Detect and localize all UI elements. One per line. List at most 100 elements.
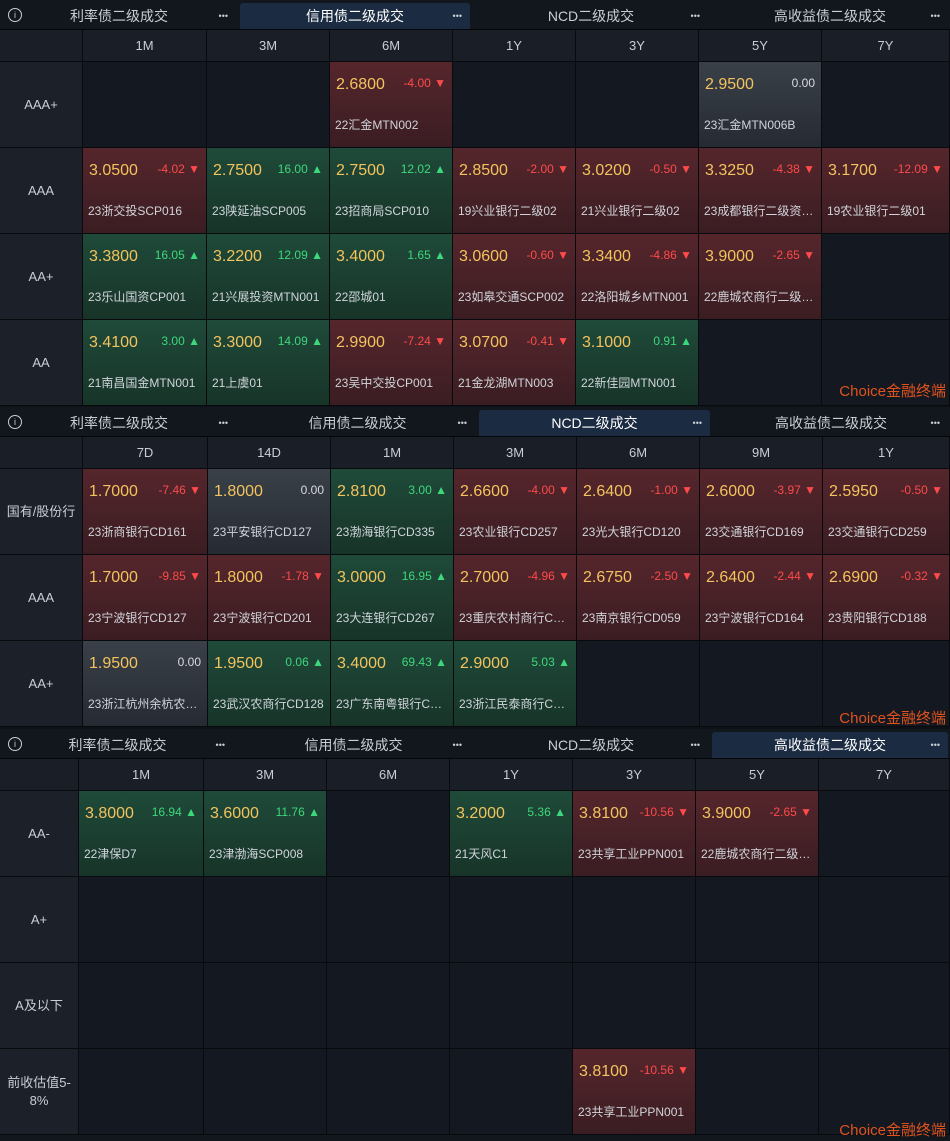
tab-3[interactable]: NCD二级成交 ••• [474, 732, 708, 758]
column-header-5y[interactable]: 5Y [699, 30, 822, 62]
trade-cell[interactable]: 2.9900 -7.24 ▼ 23吴中交投CP001 [330, 320, 453, 406]
column-header-6m[interactable]: 6M [330, 30, 453, 62]
more-icon[interactable]: ••• [216, 740, 225, 750]
trade-cell[interactable]: 3.1000 0.91 ▲ 22新佳园MTN001 [576, 320, 699, 406]
bond-name[interactable]: 22邵城01 [335, 288, 448, 305]
bond-name[interactable]: 23农业银行CD257 [459, 523, 572, 540]
bond-name[interactable]: 19农业银行二级01 [827, 202, 945, 219]
bond-name[interactable]: 23宁波银行CD127 [88, 609, 203, 626]
bond-name[interactable]: 22鹿城农商行二级资本债 [704, 288, 817, 305]
bond-name[interactable]: 22鹿城农商行二级资本债 [701, 845, 814, 862]
column-header-7d[interactable]: 7D [83, 437, 208, 469]
trade-cell[interactable]: 1.9500 0.06 ▲ 23武汉农商行CD128 [208, 641, 331, 727]
column-header-1m[interactable]: 1M [79, 759, 204, 791]
more-icon[interactable]: ••• [219, 11, 228, 21]
bond-name[interactable]: 21南昌国金MTN001 [88, 374, 202, 391]
trade-cell[interactable]: 1.7000 -9.85 ▼ 23宁波银行CD127 [83, 555, 208, 641]
bond-name[interactable]: 23平安银行CD127 [213, 523, 326, 540]
trade-cell[interactable]: 2.7000 -4.96 ▼ 23重庆农村商行CD123 [454, 555, 577, 641]
tab-1[interactable]: 利率债二级成交 ••• [2, 3, 236, 29]
trade-cell[interactable]: 3.9000 -2.65 ▼ 22鹿城农商行二级资本债 [696, 791, 819, 877]
bond-name[interactable]: 23大连银行CD267 [336, 609, 449, 626]
column-header-3m[interactable]: 3M [204, 759, 327, 791]
tab-4[interactable]: 高收益债二级成交 ••• [712, 732, 948, 758]
trade-cell[interactable]: 1.7000 -7.46 ▼ 23浙商银行CD161 [83, 469, 208, 555]
trade-cell[interactable]: 3.4100 3.00 ▲ 21南昌国金MTN001 [83, 320, 207, 406]
tab-4[interactable]: 高收益债二级成交 ••• [712, 3, 948, 29]
more-icon[interactable]: ••• [931, 418, 940, 428]
trade-cell[interactable]: 2.5950 -0.50 ▼ 23交通银行CD259 [823, 469, 950, 555]
bond-name[interactable]: 23宁波银行CD201 [213, 609, 326, 626]
trade-cell[interactable]: 3.3400 -4.86 ▼ 22洛阳城乡MTN001 [576, 234, 699, 320]
bond-name[interactable]: 23渤海银行CD335 [336, 523, 449, 540]
trade-cell[interactable]: 3.4000 69.43 ▲ 23广东南粤银行CD056 [331, 641, 454, 727]
trade-cell[interactable]: 3.1700 -12.09 ▼ 19农业银行二级01 [822, 148, 950, 234]
bond-name[interactable]: 23浙江杭州余杭农商行CD [88, 695, 203, 712]
trade-cell[interactable]: 3.0500 -4.02 ▼ 23浙交投SCP016 [83, 148, 207, 234]
bond-name[interactable]: 23广东南粤银行CD056 [336, 695, 449, 712]
more-icon[interactable]: ••• [931, 11, 940, 21]
bond-name[interactable]: 19兴业银行二级02 [458, 202, 571, 219]
column-header-7y[interactable]: 7Y [819, 759, 950, 791]
column-header-3y[interactable]: 3Y [576, 30, 699, 62]
bond-name[interactable]: 23光大银行CD120 [582, 523, 695, 540]
trade-cell[interactable]: 1.8000 0.00 23平安银行CD127 [208, 469, 331, 555]
more-icon[interactable]: ••• [691, 11, 700, 21]
trade-cell[interactable]: 3.9000 -2.65 ▼ 22鹿城农商行二级资本债 [699, 234, 822, 320]
trade-cell[interactable]: 2.6000 -3.97 ▼ 23交通银行CD169 [700, 469, 823, 555]
bond-name[interactable]: 23贵阳银行CD188 [828, 609, 945, 626]
trade-cell[interactable]: 3.0600 -0.60 ▼ 23如皋交通SCP002 [453, 234, 576, 320]
trade-cell[interactable]: 3.8000 16.94 ▲ 22津保D7 [79, 791, 204, 877]
info-icon[interactable]: i [8, 8, 22, 22]
bond-name[interactable]: 23南京银行CD059 [582, 609, 695, 626]
more-icon[interactable]: ••• [931, 740, 940, 750]
trade-cell[interactable]: 2.6800 -4.00 ▼ 22汇金MTN002 [330, 62, 453, 148]
bond-name[interactable]: 23交通银行CD259 [828, 523, 945, 540]
bond-name[interactable]: 23乐山国资CP001 [88, 288, 202, 305]
tab-1[interactable]: 利率债二级成交 ••• [2, 410, 236, 436]
bond-name[interactable]: 23汇金MTN006B [704, 116, 817, 133]
column-header-3m[interactable]: 3M [207, 30, 330, 62]
more-icon[interactable]: ••• [458, 418, 467, 428]
trade-cell[interactable]: 2.6400 -1.00 ▼ 23光大银行CD120 [577, 469, 700, 555]
trade-cell[interactable]: 2.8500 -2.00 ▼ 19兴业银行二级02 [453, 148, 576, 234]
bond-name[interactable]: 23宁波银行CD164 [705, 609, 818, 626]
bond-name[interactable]: 22新佳园MTN001 [581, 374, 694, 391]
column-header-14d[interactable]: 14D [208, 437, 331, 469]
trade-cell[interactable]: 3.6000 11.76 ▲ 23津渤海SCP008 [204, 791, 327, 877]
bond-name[interactable]: 21兴业银行二级02 [581, 202, 694, 219]
bond-name[interactable]: 23津渤海SCP008 [209, 845, 322, 862]
tab-2[interactable]: 信用债二级成交 ••• [240, 410, 475, 436]
column-header-6m[interactable]: 6M [577, 437, 700, 469]
trade-cell[interactable]: 3.4000 1.65 ▲ 22邵城01 [330, 234, 453, 320]
bond-name[interactable]: 23重庆农村商行CD123 [459, 609, 572, 626]
trade-cell[interactable]: 2.7500 16.00 ▲ 23陕延油SCP005 [207, 148, 330, 234]
tab-2[interactable]: 信用债二级成交 ••• [240, 3, 470, 29]
column-header-1m[interactable]: 1M [331, 437, 454, 469]
bond-name[interactable]: 21金龙湖MTN003 [458, 374, 571, 391]
bond-name[interactable]: 23交通银行CD169 [705, 523, 818, 540]
bond-name[interactable]: 23共享工业PPN001 [578, 845, 691, 862]
tab-2[interactable]: 信用债二级成交 ••• [237, 732, 470, 758]
bond-name[interactable]: 21天风C1 [455, 845, 568, 862]
more-icon[interactable]: ••• [453, 740, 462, 750]
column-header-3m[interactable]: 3M [454, 437, 577, 469]
bond-name[interactable]: 23招商局SCP010 [335, 202, 448, 219]
column-header-9m[interactable]: 9M [700, 437, 823, 469]
trade-cell[interactable]: 2.9500 0.00 23汇金MTN006B [699, 62, 822, 148]
column-header-7y[interactable]: 7Y [822, 30, 950, 62]
trade-cell[interactable]: 2.6400 -2.44 ▼ 23宁波银行CD164 [700, 555, 823, 641]
trade-cell[interactable]: 3.8100 -10.56 ▼ 23共享工业PPN001 [573, 791, 696, 877]
bond-name[interactable]: 22洛阳城乡MTN001 [581, 288, 694, 305]
column-header-1y[interactable]: 1Y [823, 437, 950, 469]
bond-name[interactable]: 23吴中交投CP001 [335, 374, 448, 391]
trade-cell[interactable]: 2.9000 5.03 ▲ 23浙江民泰商行CD181 [454, 641, 577, 727]
tab-4[interactable]: 高收益债二级成交 ••• [714, 410, 948, 436]
trade-cell[interactable]: 3.3800 16.05 ▲ 23乐山国资CP001 [83, 234, 207, 320]
trade-cell[interactable]: 1.8000 -1.78 ▼ 23宁波银行CD201 [208, 555, 331, 641]
more-icon[interactable]: ••• [453, 11, 462, 21]
column-header-1y[interactable]: 1Y [453, 30, 576, 62]
trade-cell[interactable]: 2.6900 -0.32 ▼ 23贵阳银行CD188 [823, 555, 950, 641]
trade-cell[interactable]: 2.6750 -2.50 ▼ 23南京银行CD059 [577, 555, 700, 641]
column-header-6m[interactable]: 6M [327, 759, 450, 791]
